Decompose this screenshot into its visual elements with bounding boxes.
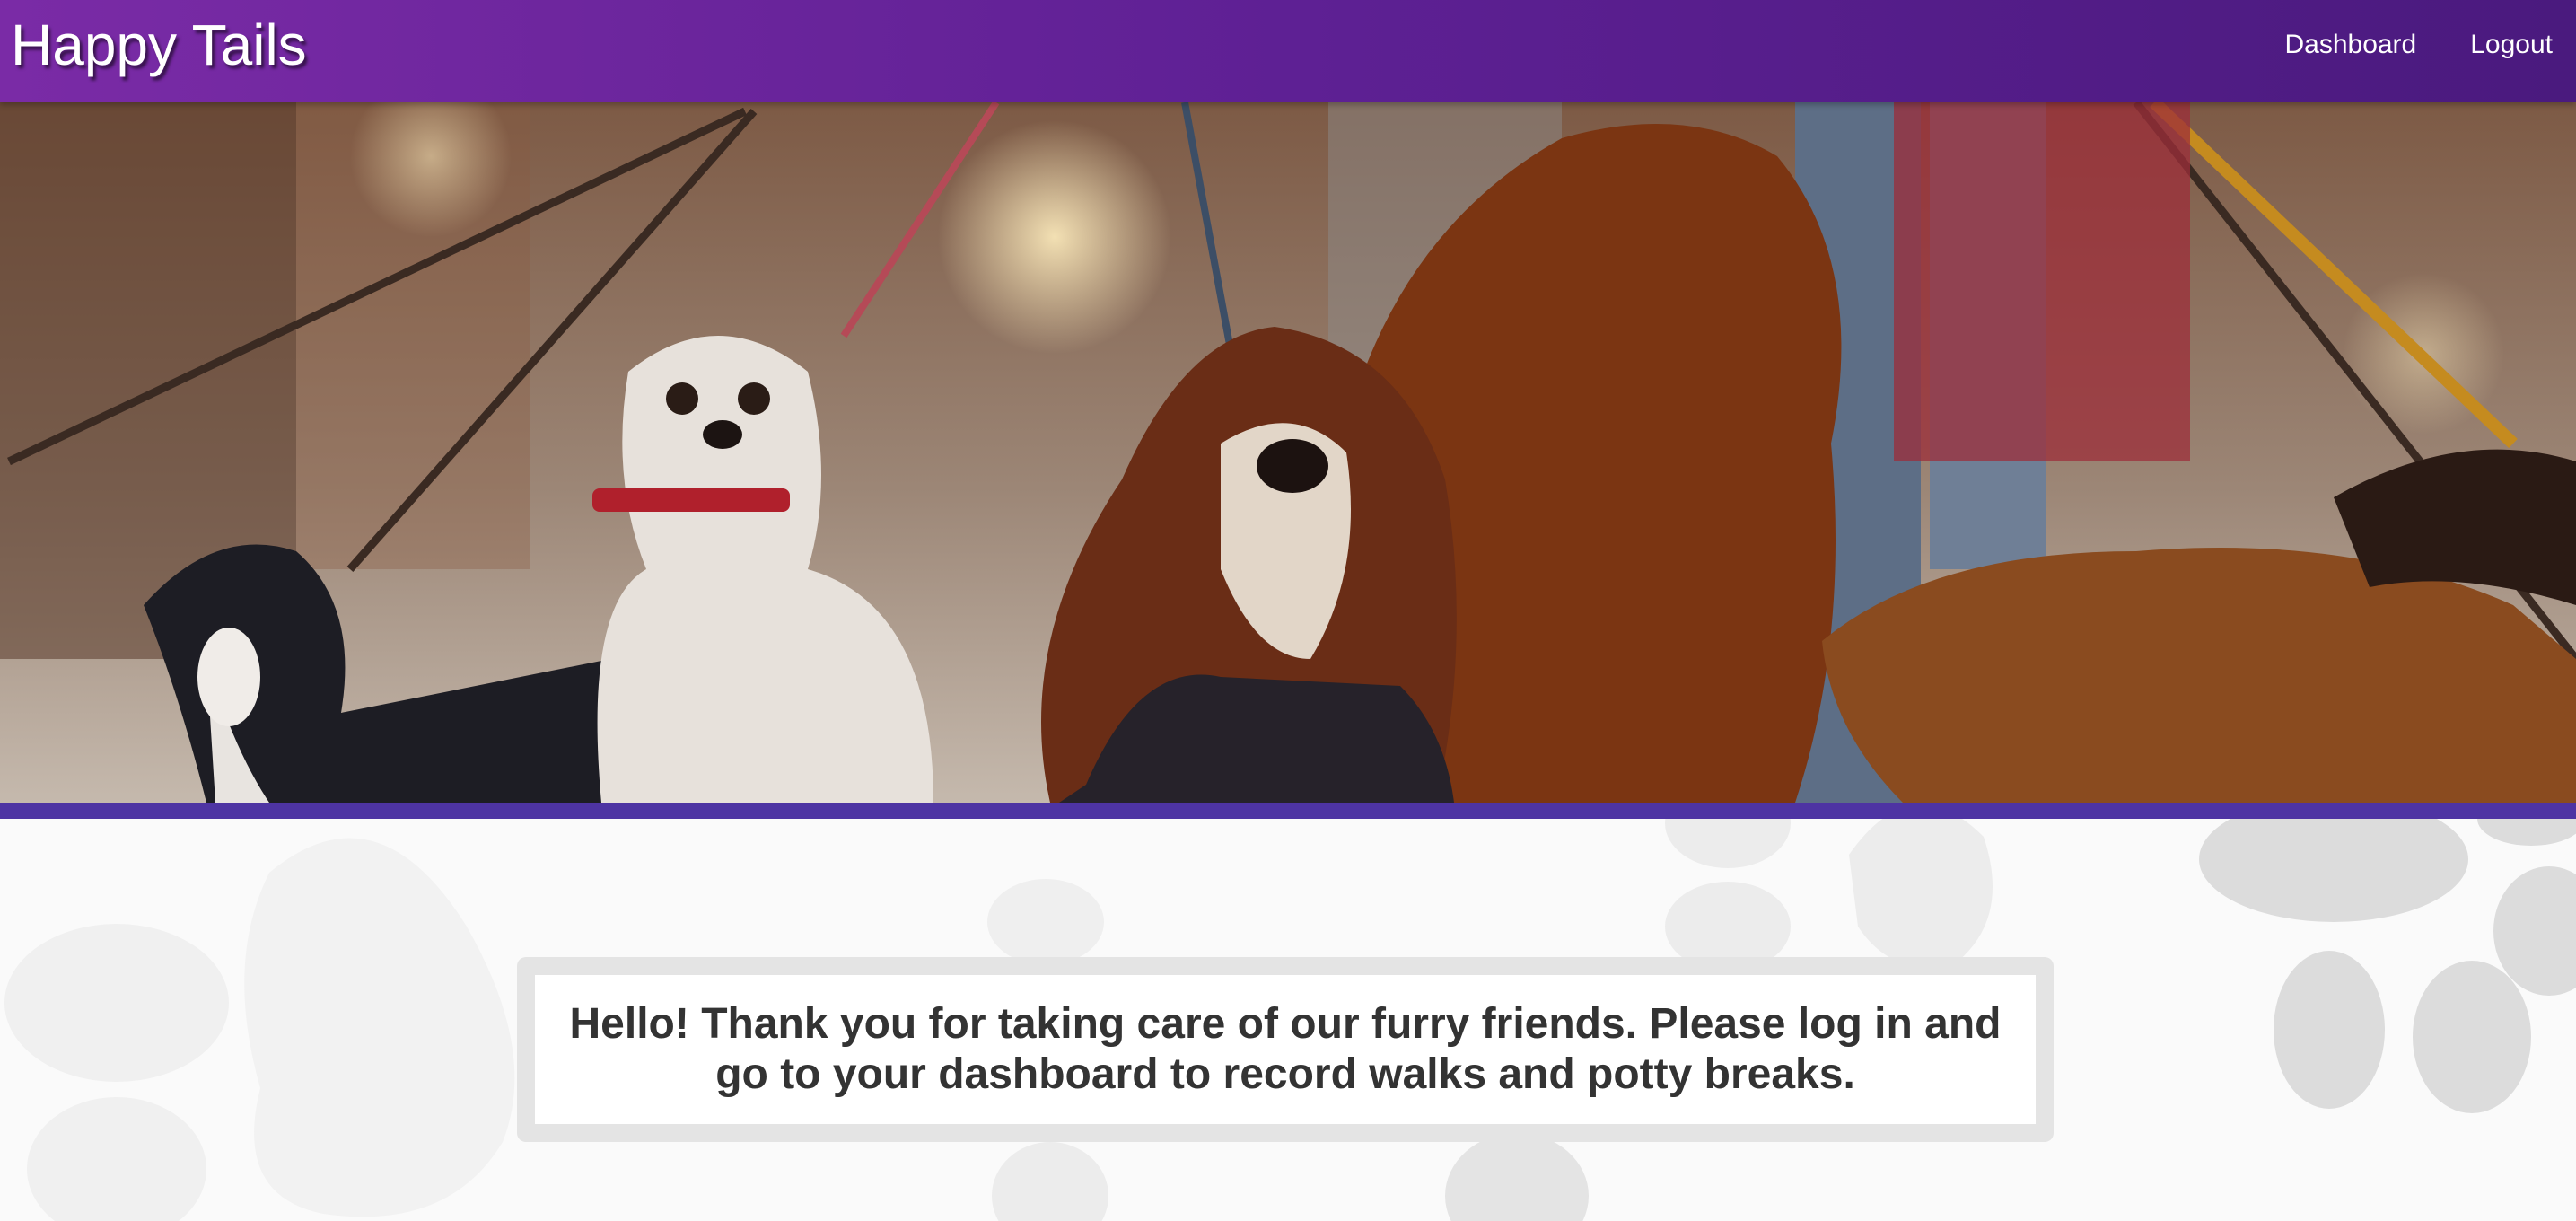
hero-accent-bar bbox=[0, 803, 2576, 819]
top-navbar: Happy Tails Dashboard Logout bbox=[0, 0, 2576, 102]
nav-links: Dashboard Logout bbox=[2284, 0, 2553, 90]
dogs-illustration bbox=[0, 102, 2576, 803]
nav-link-logout[interactable]: Logout bbox=[2470, 30, 2553, 60]
brand-logo-link[interactable]: Happy Tails bbox=[11, 11, 307, 79]
welcome-message: Hello! Thank you for taking care of our … bbox=[569, 1000, 2002, 1098]
welcome-message-box: Hello! Thank you for taking care of our … bbox=[517, 957, 2054, 1142]
hero-dogs-image bbox=[0, 102, 2576, 803]
nav-link-dashboard[interactable]: Dashboard bbox=[2284, 30, 2416, 60]
